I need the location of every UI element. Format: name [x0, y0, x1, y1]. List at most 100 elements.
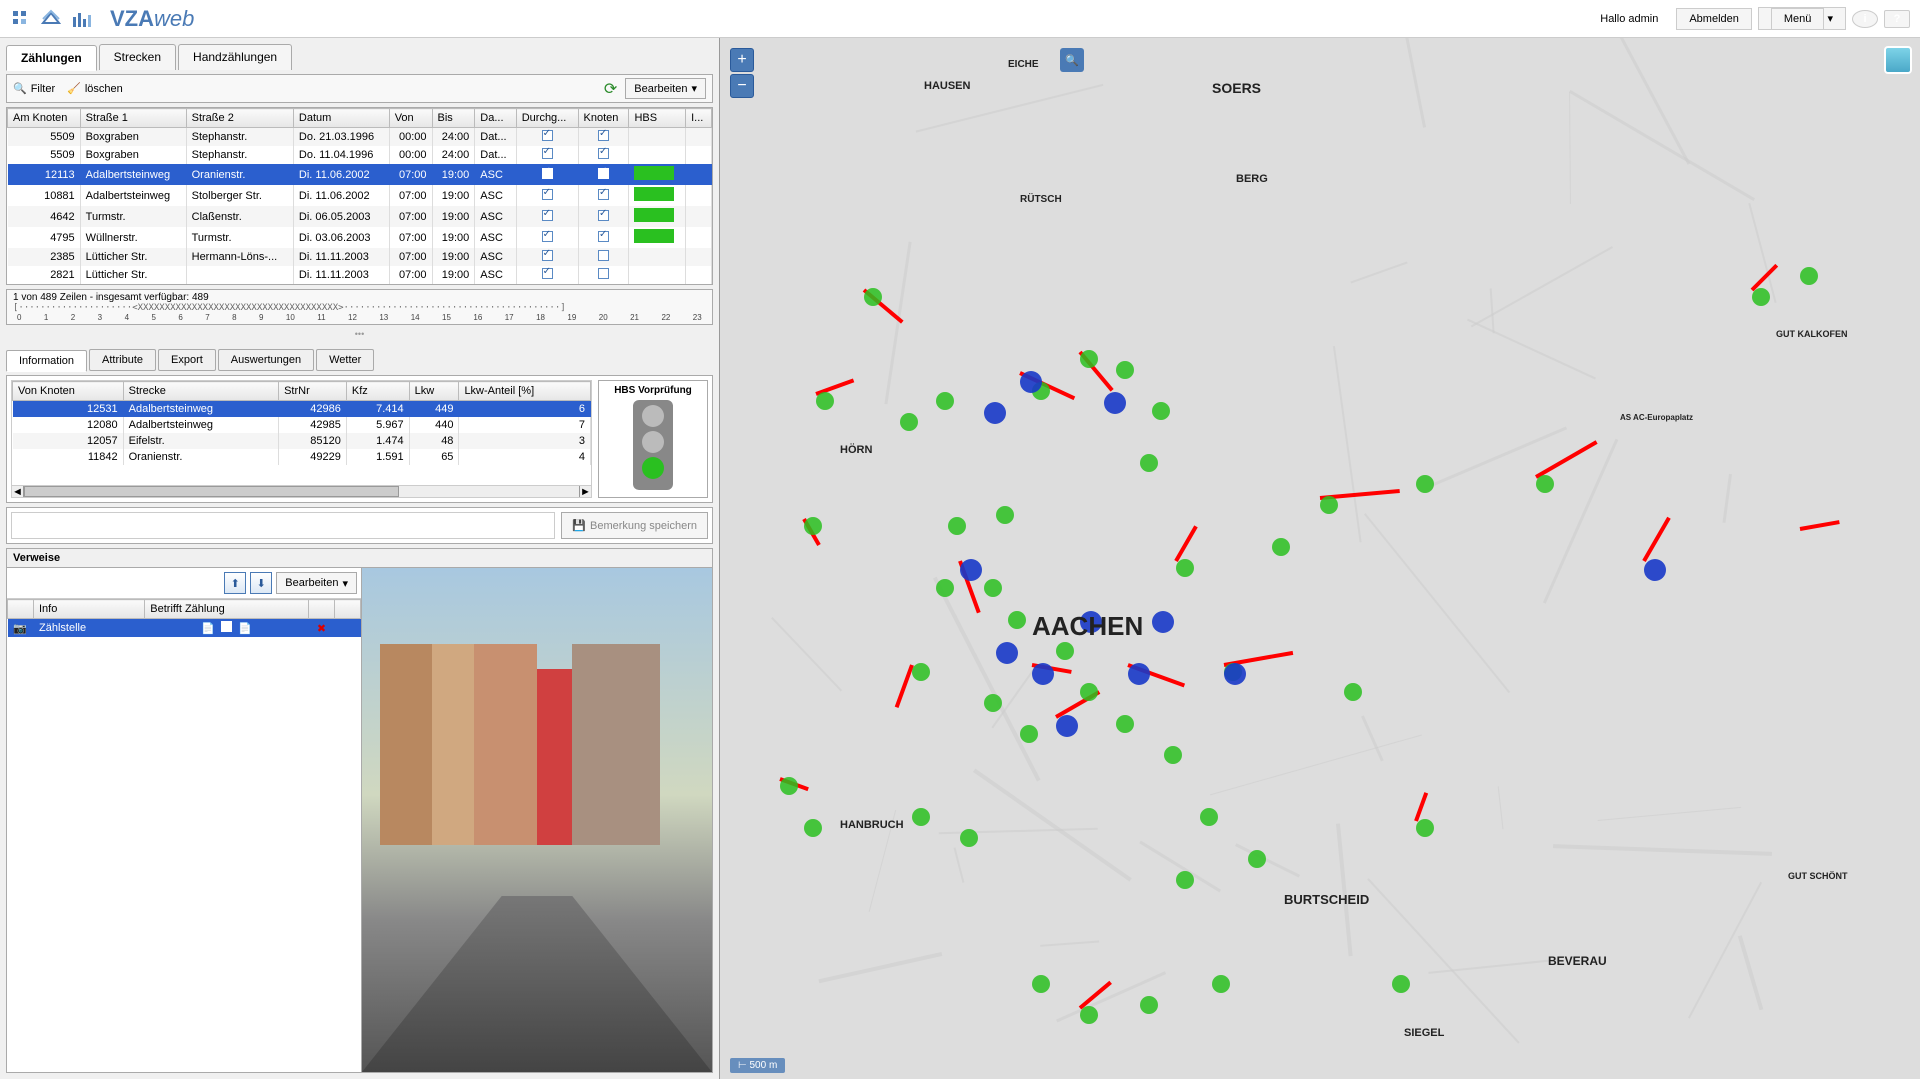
- map-node-green[interactable]: [780, 777, 798, 795]
- table-row[interactable]: 12080Adalbertsteinweg429855.9674407: [13, 417, 591, 433]
- map-node-green[interactable]: [1020, 725, 1038, 743]
- col-header[interactable]: Knoten: [578, 109, 629, 128]
- map-node-blue[interactable]: [1056, 715, 1078, 737]
- verweise-row[interactable]: 📷 Zählstelle 📄 📄 ✖: [8, 619, 361, 638]
- save-remark-button[interactable]: 💾 Bemerkung speichern: [561, 512, 708, 539]
- status-bar: 1 von 489 Zeilen - insgesamt verfügbar: …: [6, 289, 713, 325]
- logout-button[interactable]: Abmelden: [1676, 8, 1752, 30]
- table-row[interactable]: 2385Lütticher Str.Hermann-Löns-...Di. 11…: [8, 248, 712, 266]
- tab-zaehlungen[interactable]: Zählungen: [6, 45, 97, 71]
- map-node-green[interactable]: [1176, 871, 1194, 889]
- map-label: AACHEN: [1032, 611, 1143, 642]
- map-node-green[interactable]: [1032, 975, 1050, 993]
- clear-button[interactable]: 🧹 löschen: [67, 82, 123, 95]
- menu-button[interactable]: Menü ▾: [1758, 7, 1846, 30]
- map-panel: + − 🔍 ⊢ 500 m AACHENSOERSHAUSENEICHEBERG…: [720, 38, 1920, 1079]
- subtab-attribute[interactable]: Attribute: [89, 349, 156, 371]
- app-icon-2[interactable]: [40, 8, 62, 30]
- subtab-wetter[interactable]: Wetter: [316, 349, 374, 371]
- map-node-green[interactable]: [804, 517, 822, 535]
- help-icon[interactable]: ?: [1884, 10, 1910, 28]
- col-header[interactable]: Straße 2: [186, 109, 293, 128]
- map-node-green[interactable]: [816, 392, 834, 410]
- app-icon-1[interactable]: [10, 8, 32, 30]
- map-node-green[interactable]: [1116, 715, 1134, 733]
- subtab-information[interactable]: Information: [6, 350, 87, 372]
- map-node-green[interactable]: [1320, 496, 1338, 514]
- remark-input[interactable]: [11, 512, 555, 539]
- table-row[interactable]: 12113AdalbertsteinwegOranienstr.Di. 11.0…: [8, 164, 712, 185]
- col-header[interactable]: HBS: [629, 109, 686, 128]
- tab-strecken[interactable]: Strecken: [99, 44, 176, 70]
- map-node-green[interactable]: [1752, 288, 1770, 306]
- table-row[interactable]: 12531Adalbertsteinweg429867.4144496: [13, 401, 591, 418]
- map-label: AS AC-Europaplatz: [1620, 413, 1693, 422]
- map-node-green[interactable]: [1272, 538, 1290, 556]
- col-header[interactable]: Am Knoten: [8, 109, 81, 128]
- filter-button[interactable]: 🔍 Filter: [13, 82, 55, 95]
- main-table: Am KnotenStraße 1Straße 2DatumVonBisDa..…: [6, 107, 713, 285]
- tab-handzaehlungen[interactable]: Handzählungen: [178, 44, 292, 70]
- map-node-green[interactable]: [1800, 267, 1818, 285]
- table-row[interactable]: 11842Oranienstr.492291.591654: [13, 449, 591, 465]
- map-node-green[interactable]: [936, 392, 954, 410]
- table-row[interactable]: 5509BoxgrabenStephanstr.Do. 21.03.199600…: [8, 128, 712, 147]
- map-node-green[interactable]: [1164, 746, 1182, 764]
- col-header[interactable]: I...: [686, 109, 712, 128]
- map-label: BERG: [1236, 173, 1268, 185]
- col-header[interactable]: Datum: [293, 109, 389, 128]
- layer-button[interactable]: [1884, 46, 1912, 74]
- info-icon[interactable]: i: [1852, 10, 1878, 28]
- map-node-blue[interactable]: [1020, 371, 1042, 393]
- refresh-icon[interactable]: ⟳: [604, 79, 617, 99]
- map-node-green[interactable]: [1056, 642, 1074, 660]
- map-node-blue[interactable]: [1644, 559, 1666, 581]
- subtab-export[interactable]: Export: [158, 349, 216, 371]
- map-node-blue[interactable]: [996, 642, 1018, 664]
- map-node-green[interactable]: [1140, 996, 1158, 1014]
- table-row[interactable]: 5509BoxgrabenStephanstr.Do. 11.04.199600…: [8, 146, 712, 164]
- table-row[interactable]: 4795Wüllnerstr.Turmstr.Di. 03.06.200307:…: [8, 227, 712, 248]
- map-node-blue[interactable]: [960, 559, 982, 581]
- map-node-green[interactable]: [1080, 1006, 1098, 1024]
- table-row[interactable]: 12057Eifelstr.851201.474483: [13, 433, 591, 449]
- map-node-green[interactable]: [1212, 975, 1230, 993]
- map-node-green[interactable]: [984, 694, 1002, 712]
- table-row[interactable]: 10881AdalbertsteinwegStolberger Str.Di. …: [8, 185, 712, 206]
- map-node-green[interactable]: [912, 663, 930, 681]
- col-header[interactable]: Bis: [432, 109, 475, 128]
- map-node-blue[interactable]: [1104, 392, 1126, 414]
- col-header[interactable]: Straße 1: [80, 109, 186, 128]
- col-header[interactable]: Von: [389, 109, 432, 128]
- map-node-green[interactable]: [1248, 850, 1266, 868]
- map-search-icon[interactable]: 🔍: [1060, 48, 1084, 72]
- zoom-out-button[interactable]: −: [730, 74, 754, 98]
- edit-dropdown[interactable]: Bearbeiten ▾: [625, 78, 706, 99]
- map-node-green[interactable]: [1116, 361, 1134, 379]
- map-node-green[interactable]: [864, 288, 882, 306]
- map-node-blue[interactable]: [1152, 611, 1174, 633]
- app-icon-3[interactable]: [70, 8, 92, 30]
- map-node-green[interactable]: [1416, 819, 1434, 837]
- map-node-blue[interactable]: [1224, 663, 1246, 685]
- map-node-green[interactable]: [1392, 975, 1410, 993]
- map-node-green[interactable]: [1176, 559, 1194, 577]
- col-header[interactable]: Durchg...: [516, 109, 578, 128]
- map[interactable]: + − 🔍 ⊢ 500 m AACHENSOERSHAUSENEICHEBERG…: [720, 38, 1920, 1079]
- zoom-in-button[interactable]: +: [730, 48, 754, 72]
- info-scroll-x[interactable]: ◄►: [12, 485, 591, 497]
- table-row[interactable]: 4642Turmstr.Claßenstr.Di. 06.05.200307:0…: [8, 206, 712, 227]
- up-button[interactable]: ⬆: [224, 572, 246, 594]
- down-button[interactable]: ⬇: [250, 572, 272, 594]
- map-node-green[interactable]: [804, 819, 822, 837]
- map-node-blue[interactable]: [1128, 663, 1150, 685]
- map-node-green[interactable]: [1008, 611, 1026, 629]
- verweise-edit-dropdown[interactable]: Bearbeiten ▾: [276, 572, 357, 594]
- subtab-auswertungen[interactable]: Auswertungen: [218, 349, 314, 371]
- table-row[interactable]: 2821Lütticher Str.Di. 11.11.200307:0019:…: [8, 266, 712, 284]
- map-node-green[interactable]: [948, 517, 966, 535]
- col-header[interactable]: Da...: [475, 109, 516, 128]
- map-node-blue[interactable]: [1032, 663, 1054, 685]
- delete-icon[interactable]: ✖: [309, 619, 335, 638]
- map-node-green[interactable]: [900, 413, 918, 431]
